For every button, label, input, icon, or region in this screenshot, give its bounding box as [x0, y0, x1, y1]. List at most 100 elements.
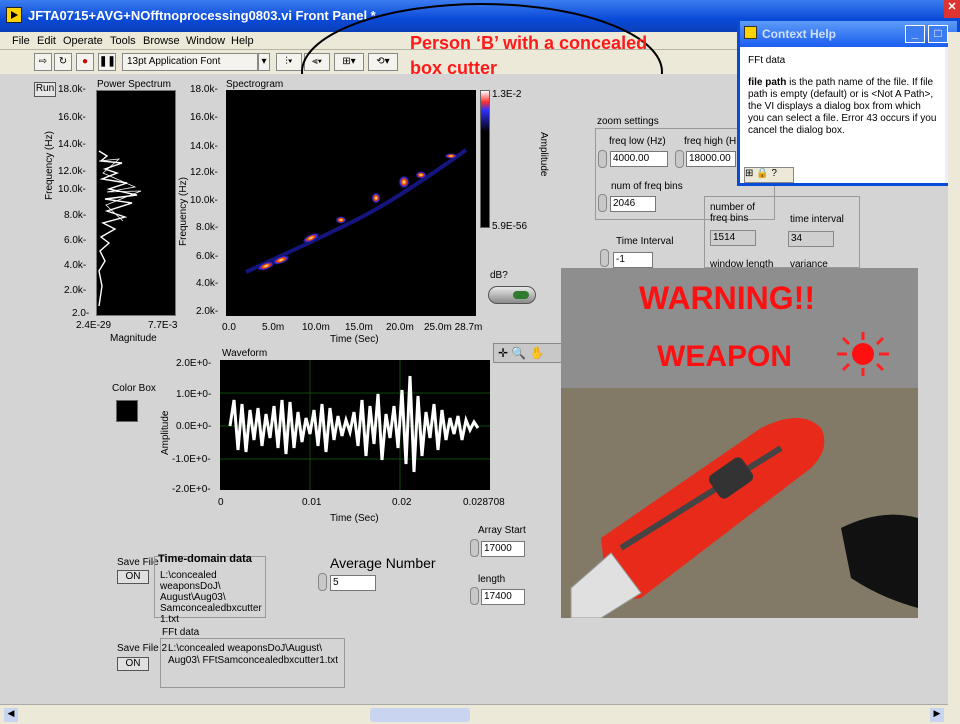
run-continuous-icon[interactable]: ↻: [54, 53, 72, 71]
sg-xtick-0: 0.0: [222, 322, 236, 333]
menu-file[interactable]: File: [12, 35, 30, 47]
bins-input[interactable]: 2046: [610, 196, 656, 212]
menu-help[interactable]: Help: [231, 35, 254, 47]
save-file-2-toggle[interactable]: ON: [117, 657, 149, 671]
zoom-title: zoom settings: [597, 116, 659, 127]
ps-ytick-12k: 12.0k-: [58, 166, 86, 177]
abort-icon[interactable]: ●: [76, 53, 94, 71]
db-toggle[interactable]: [488, 286, 536, 304]
waveform-title: Waveform: [222, 348, 268, 359]
labview-app-icon: [6, 7, 22, 23]
sg-ytick-16k: 16.0k-: [190, 112, 218, 123]
ps-ytick-2k: 2.0k-: [64, 285, 87, 296]
db-led-icon: [513, 291, 529, 299]
freq-high-label: freq high (H: [684, 136, 737, 147]
warning-text: WARNING!!: [639, 280, 815, 316]
db-label: dB?: [490, 270, 508, 281]
freq-low-label: freq low (Hz): [609, 136, 666, 147]
run-arrow-icon[interactable]: ⇨: [34, 53, 52, 71]
warning-banner: WARNING!! WEAPON: [561, 268, 918, 388]
minimize-icon[interactable]: _: [905, 25, 925, 43]
wf-xtick-001: 0.01: [302, 497, 322, 508]
font-dropdown-icon[interactable]: ▾: [258, 53, 270, 71]
menu-window[interactable]: Window: [186, 35, 225, 47]
wf-ytick-neg2: -2.0E+0-: [172, 484, 211, 495]
scale-min: 5.9E-56: [492, 221, 528, 232]
context-help-icon: [744, 26, 757, 39]
save-file-toggle[interactable]: ON: [117, 570, 149, 584]
main-close-icon[interactable]: ✕: [944, 0, 960, 18]
fft-data-path[interactable]: L:\concealed weaponsDoJ\August\ Aug03\ F…: [168, 643, 343, 667]
run-button[interactable]: Run: [34, 82, 56, 97]
array-start-input[interactable]: 17000: [481, 541, 525, 557]
wf-ytick-2: 2.0E+0-: [176, 358, 212, 369]
scroll-right-icon[interactable]: ▶: [930, 708, 944, 722]
ps-ytick-4k: 4.0k-: [64, 260, 87, 271]
sg-ytick-18k: 18.0k-: [190, 84, 218, 95]
scale-max: 1.3E-2: [492, 89, 522, 100]
time-interval-stepper[interactable]: [600, 249, 609, 267]
context-help-buttons[interactable]: ⊞ 🔒 ?: [744, 167, 794, 183]
tint-label: time interval: [790, 214, 844, 225]
wf-xtick-0: 0: [218, 497, 224, 508]
graph-palette[interactable]: ✛ 🔍 ✋: [493, 343, 563, 363]
ps-ytick-16k: 16.0k-: [58, 112, 86, 123]
wf-ytick-1: 1.0E+0-: [176, 389, 212, 400]
context-help-titlebar: Context Help _ □: [740, 21, 957, 47]
time-interval-input[interactable]: -1: [613, 252, 653, 268]
tint-value: 34: [788, 231, 834, 247]
bins-stepper[interactable]: [598, 194, 607, 212]
color-box[interactable]: [116, 400, 138, 422]
menu-browse[interactable]: Browse: [143, 35, 180, 47]
length-label: length: [478, 574, 506, 585]
font-select[interactable]: 13pt Application Font: [122, 53, 258, 71]
maximize-icon[interactable]: □: [928, 25, 948, 43]
color-scale-bar: [480, 90, 490, 228]
context-help-title: Context Help: [762, 27, 837, 41]
freq-high-stepper[interactable]: [675, 150, 684, 168]
ps-y-label: Frequency (Hz): [44, 131, 55, 200]
scale-label: Amplitude: [538, 132, 549, 177]
pause-icon[interactable]: ❚❚: [98, 53, 116, 71]
power-spectrum-plot: [96, 90, 176, 316]
scroll-left-icon[interactable]: ◀: [4, 708, 18, 722]
weapon-text: WEAPON: [657, 340, 792, 373]
scroll-thumb[interactable]: [370, 708, 470, 722]
nbins-value: 1514: [710, 230, 756, 246]
time-domain-title: Time-domain data: [158, 553, 252, 565]
sg-xtick-20m: 20.0m: [386, 322, 414, 333]
ps-ytick-6k: 6.0k-: [64, 235, 87, 246]
average-number-label: Average Number: [330, 555, 436, 571]
length-stepper[interactable]: [470, 587, 479, 605]
length-input[interactable]: 17400: [481, 589, 525, 605]
bins-label: num of freq bins: [611, 181, 683, 192]
wf-ytick-neg1: -1.0E+0-: [172, 454, 211, 465]
context-help-window: Context Help _ □ FFt data file path is t…: [737, 18, 960, 186]
sg-xtick-5m: 5.0m: [262, 322, 285, 333]
ps-xtick-max: 7.7E-3: [148, 320, 178, 331]
menu-edit[interactable]: Edit: [37, 35, 56, 47]
vertical-scrollbar[interactable]: [948, 32, 960, 724]
fft-data-title: FFt data: [162, 627, 200, 638]
time-domain-path[interactable]: L:\concealed weaponsDoJ\ August\Aug03\ S…: [160, 570, 262, 625]
spectrogram-title: Spectrogram: [226, 79, 284, 90]
freq-low-input[interactable]: 4000.00: [610, 151, 668, 167]
freq-low-stepper[interactable]: [598, 150, 607, 168]
wf-ytick-0: 0.0E+0-: [176, 421, 212, 432]
wf-x-label: Time (Sec): [330, 513, 379, 524]
sg-x-label: Time (Sec): [330, 334, 379, 345]
array-start-stepper[interactable]: [470, 539, 479, 557]
sg-xtick-25m: 25.0m 28.7m: [424, 322, 483, 333]
color-box-label: Color Box: [112, 383, 156, 394]
menu-operate[interactable]: Operate: [63, 35, 103, 47]
freq-high-input[interactable]: 18000.00: [686, 151, 736, 167]
menu-tools[interactable]: Tools: [110, 35, 136, 47]
ps-xtick-min: 2.4E-29: [76, 320, 112, 331]
sg-ytick-4k: 4.0k-: [196, 278, 219, 289]
horizontal-scrollbar[interactable]: ◀ ▶: [0, 704, 948, 724]
time-interval-label: Time Interval: [616, 236, 674, 247]
ps-ytick-8k: 8.0k-: [64, 210, 87, 221]
average-input[interactable]: 5: [330, 575, 376, 591]
average-stepper[interactable]: [318, 573, 327, 591]
ps-x-label: Magnitude: [110, 333, 157, 344]
